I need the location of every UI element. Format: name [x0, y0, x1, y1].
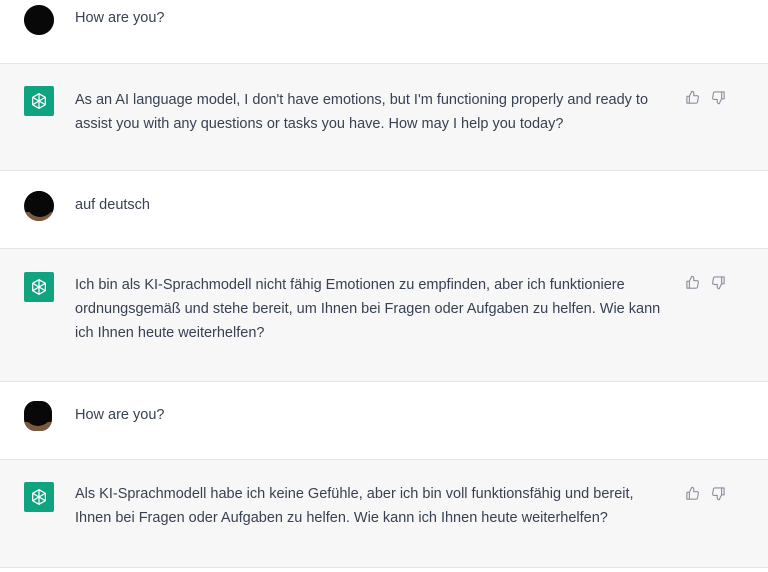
- thumbs-down-icon[interactable]: [710, 485, 726, 501]
- message-text: Als KI-Sprachmodell habe ich keine Gefüh…: [75, 486, 638, 526]
- message-text: auf deutsch: [75, 197, 150, 213]
- message-text: How are you?: [75, 407, 165, 423]
- message-text: Ich bin als KI-Sprachmodell nicht fähig …: [75, 277, 665, 341]
- thumbs-up-icon[interactable]: [684, 485, 700, 501]
- thumbs-down-icon[interactable]: [710, 89, 726, 105]
- openai-logo-icon: [24, 86, 54, 116]
- user-avatar: [24, 191, 54, 221]
- feedback-buttons: [684, 89, 726, 105]
- message-text: As an AI language model, I don't have em…: [75, 92, 653, 132]
- openai-logo-icon: [24, 272, 54, 302]
- feedback-buttons: [684, 485, 726, 501]
- assistant-message: As an AI language model, I don't have em…: [0, 64, 768, 171]
- message-text: How are you?: [75, 10, 165, 26]
- openai-logo-icon: [24, 482, 54, 512]
- assistant-message: Als KI-Sprachmodell habe ich keine Gefüh…: [0, 460, 768, 568]
- assistant-message: Ich bin als KI-Sprachmodell nicht fähig …: [0, 249, 768, 382]
- conversation-thread: How are you? As an AI language model, I …: [0, 0, 768, 572]
- user-message: auf deutsch: [0, 171, 768, 249]
- feedback-buttons: [684, 274, 726, 290]
- user-avatar: [24, 401, 52, 431]
- thumbs-down-icon[interactable]: [710, 274, 726, 290]
- user-message: How are you?: [0, 0, 768, 64]
- user-avatar: [24, 5, 54, 35]
- thumbs-up-icon[interactable]: [684, 274, 700, 290]
- thumbs-up-icon[interactable]: [684, 89, 700, 105]
- user-message: How are you?: [0, 382, 768, 460]
